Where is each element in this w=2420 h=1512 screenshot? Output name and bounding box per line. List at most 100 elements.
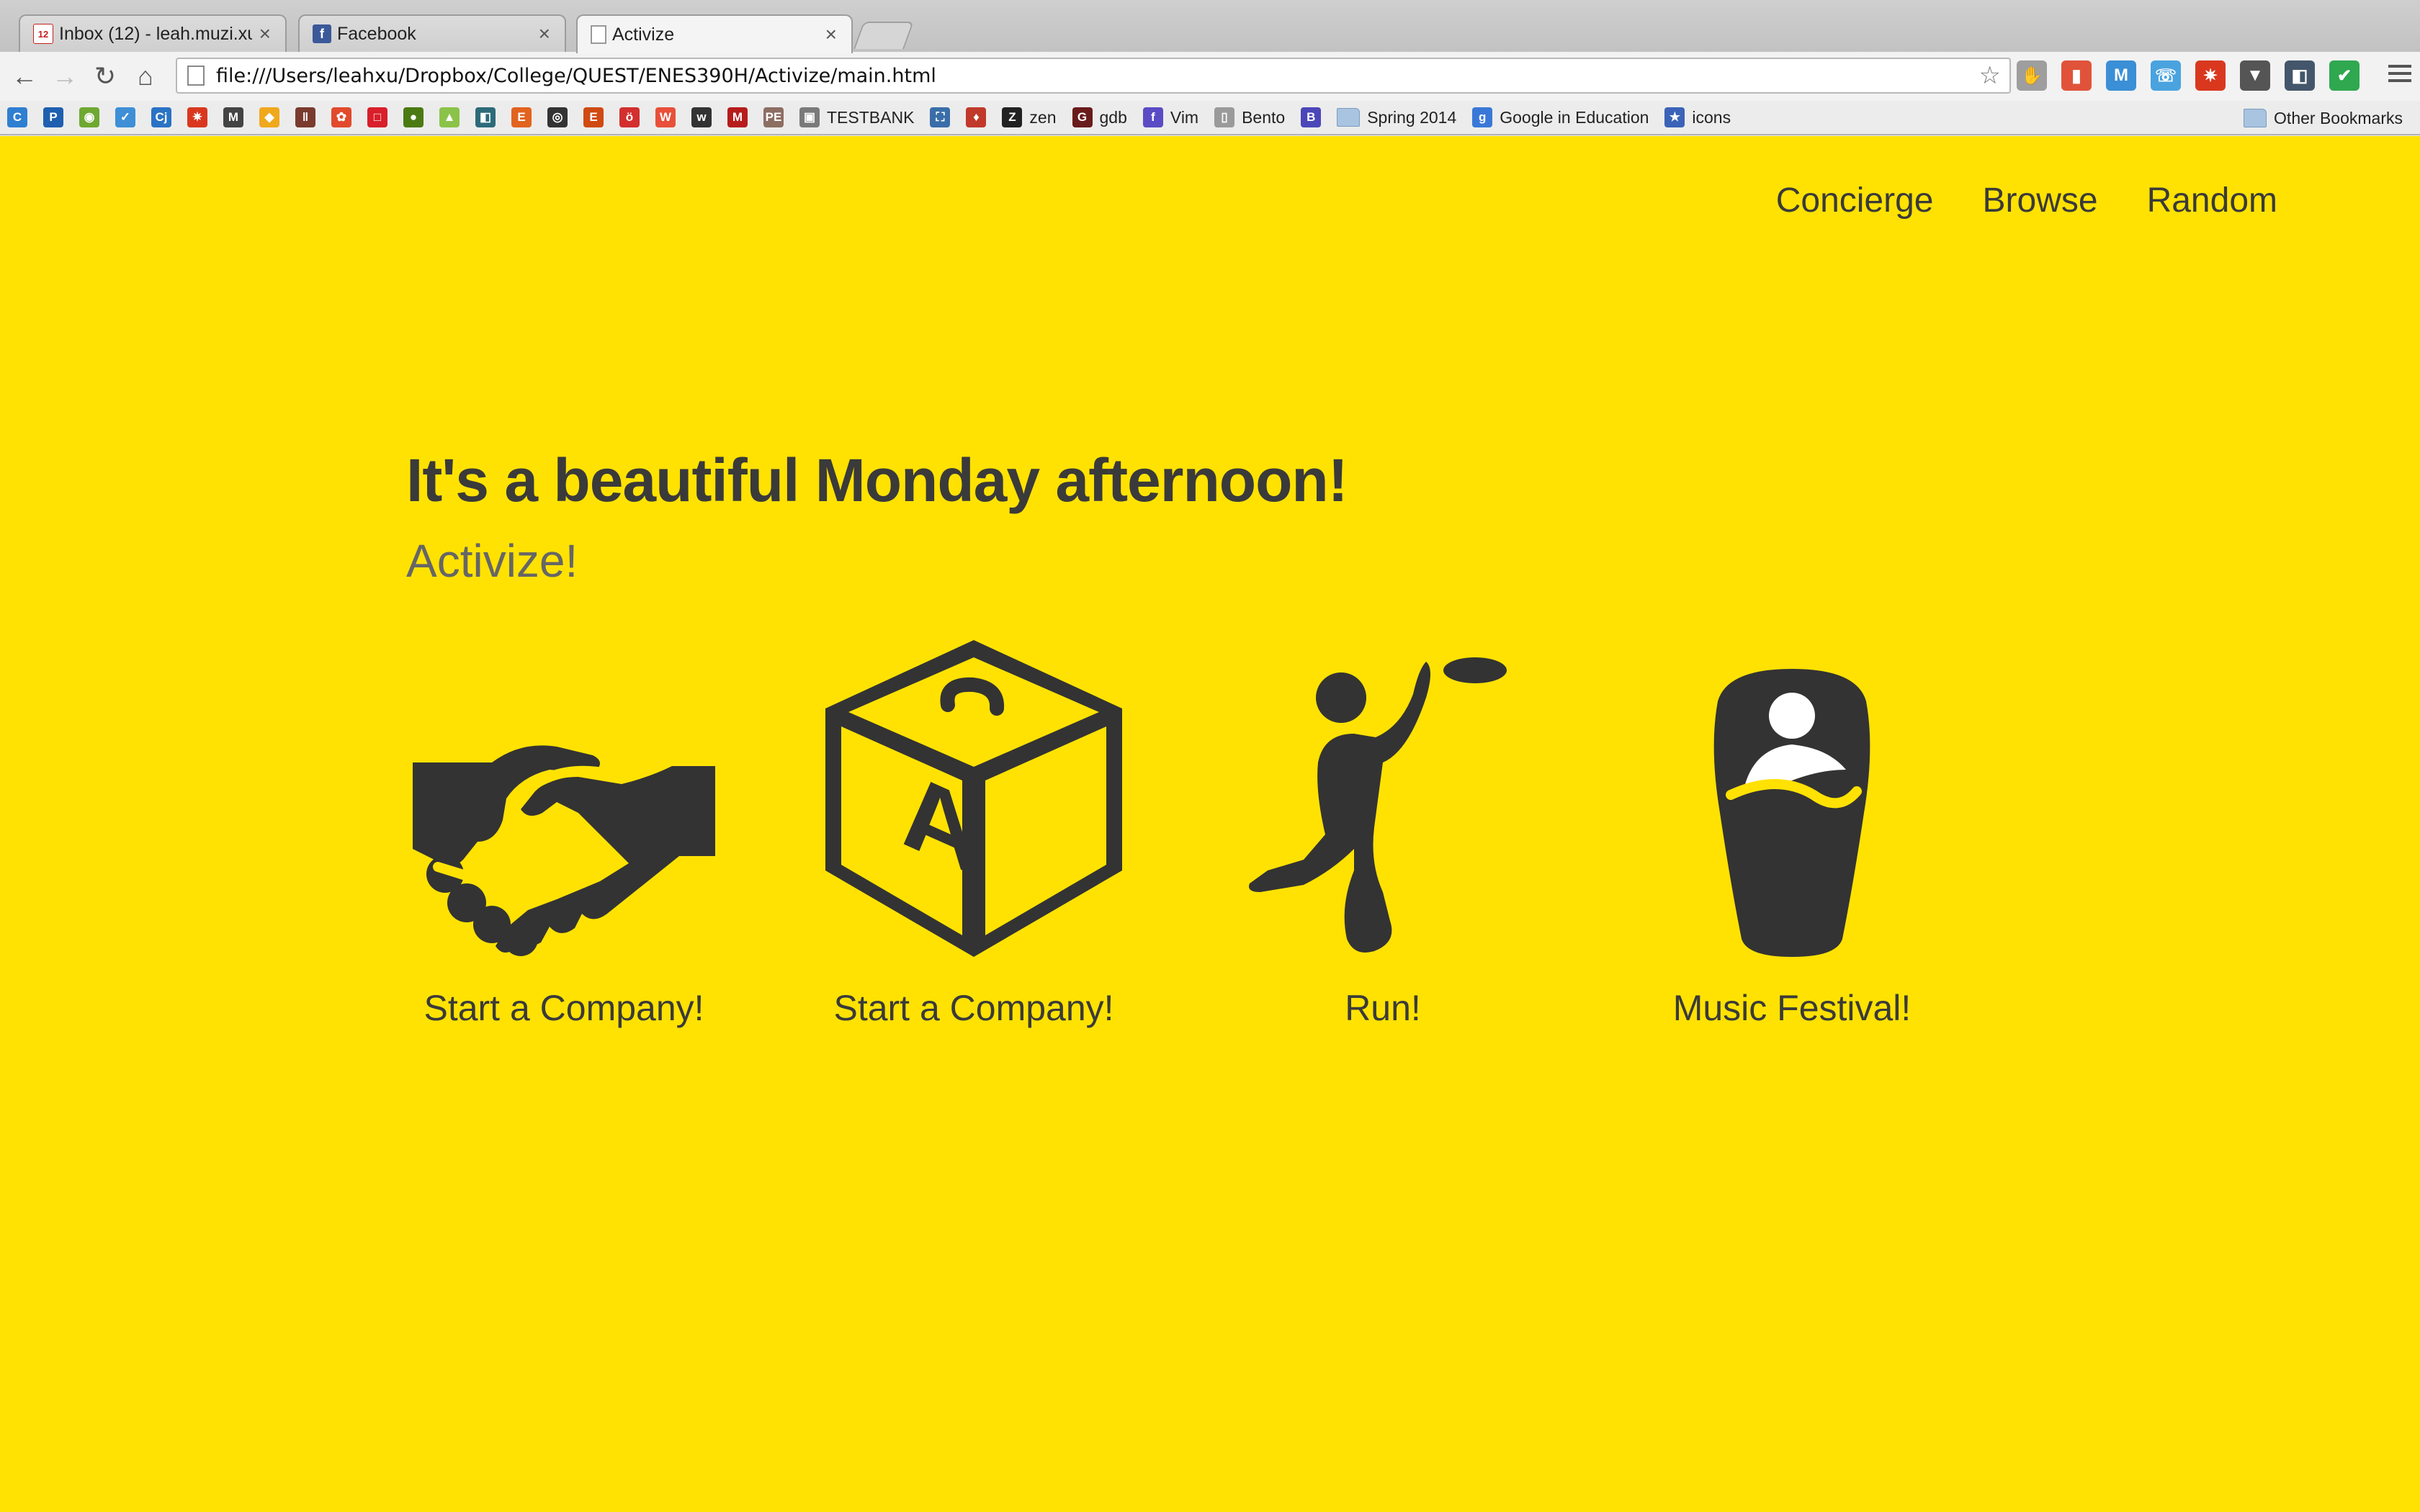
bookmark-item[interactable]: ✿ — [331, 107, 351, 127]
bookmark-item[interactable]: ● — [403, 107, 424, 127]
bookmark-favicon-icon: ✿ — [331, 107, 351, 127]
bookmark-favicon-icon: Z — [1002, 107, 1023, 127]
bookmark-favicon-icon: ✓ — [115, 107, 135, 127]
bookmark-item[interactable]: P — [43, 107, 63, 127]
tab-close-icon[interactable]: × — [539, 22, 550, 45]
handshake-icon — [413, 745, 715, 956]
bookmark-item[interactable]: ✷ — [187, 107, 207, 127]
address-bar[interactable]: file:///Users/leahxu/Dropbox/College/QUE… — [176, 58, 2011, 94]
extension-icon[interactable]: ✋ — [2017, 60, 2047, 91]
bookmark-item[interactable]: w — [691, 107, 712, 127]
bookmark-favicon-icon: G — [1072, 107, 1093, 127]
url-text[interactable]: file:///Users/leahxu/Dropbox/College/QUE… — [216, 65, 1979, 87]
bookmark-item[interactable]: ◉ — [79, 107, 99, 127]
abc-block-icon: A — [825, 640, 1122, 957]
extension-icon[interactable]: ✔ — [2329, 60, 2360, 91]
bookmark-item[interactable]: PE — [763, 107, 784, 127]
bookmark-star-icon[interactable]: ☆ — [1979, 61, 2001, 90]
bookmark-item[interactable]: E — [583, 107, 604, 127]
bookmark-item[interactable]: Zzen — [1002, 107, 1057, 127]
bookmark-item[interactable]: ◧ — [475, 107, 496, 127]
browser-chrome: 12 Inbox (12) - leah.muzi.xu@ × f Facebo… — [0, 0, 2420, 136]
bookmark-favicon-icon: ▲ — [439, 107, 460, 127]
bookmark-item[interactable]: Spring 2014 — [1337, 108, 1456, 127]
bookmark-item[interactable]: g Google in Education — [1472, 107, 1649, 127]
arrow-right-icon: → — [52, 61, 78, 91]
bookmark-favicon-icon: ✷ — [187, 107, 207, 127]
bookmark-label: icons — [1692, 107, 1731, 127]
other-bookmarks[interactable]: Other Bookmarks — [2244, 101, 2403, 135]
activity-card[interactable]: Start a Company! — [398, 640, 730, 1043]
bookmark-item[interactable]: E — [511, 107, 532, 127]
extension-icon[interactable]: M — [2106, 60, 2136, 91]
bookmark-label: zen — [1029, 107, 1057, 127]
reload-button[interactable]: ↻ — [85, 56, 125, 96]
tab-close-icon[interactable]: × — [825, 23, 837, 46]
bookmark-favicon-icon: P — [43, 107, 63, 127]
bookmark-item[interactable]: W — [655, 107, 676, 127]
bookmark-favicon-icon: ◉ — [79, 107, 99, 127]
gmail-unread-badge: 12 — [37, 28, 49, 40]
back-button[interactable]: ← — [4, 56, 45, 96]
tab-gmail[interactable]: 12 Inbox (12) - leah.muzi.xu@ × — [19, 14, 287, 52]
extension-icon[interactable]: ▮ — [2061, 60, 2092, 91]
extension-icon[interactable]: ▼ — [2240, 60, 2270, 91]
bookmark-favicon-icon: ö — [619, 107, 640, 127]
new-tab-button[interactable] — [853, 22, 914, 49]
bookmark-item[interactable]: f Vim — [1142, 107, 1199, 127]
tab-title: Activize — [612, 24, 675, 45]
bookmark-item[interactable]: ▯ Bento — [1214, 107, 1285, 127]
page-icon — [591, 25, 606, 44]
extension-icon[interactable]: ☏ — [2151, 60, 2181, 91]
extension-icon[interactable]: ◧ — [2285, 60, 2315, 91]
bookmark-favicon-icon: ● — [403, 107, 424, 127]
activity-label: Run! — [1345, 988, 1421, 1028]
bookmark-item[interactable]: ★ icons — [1664, 107, 1731, 127]
bookmark-item[interactable]: ‖ — [295, 107, 315, 127]
bookmark-item[interactable]: ▣ TESTBANK — [799, 107, 914, 127]
bookmark-item[interactable]: C — [7, 107, 27, 127]
bookmark-favicon-icon: ▯ — [1214, 107, 1235, 127]
menu-icon[interactable] — [2388, 65, 2411, 82]
bookmark-item[interactable]: ▲ — [439, 107, 460, 127]
bookmark-item[interactable]: M — [727, 107, 748, 127]
bookmark-favicon-icon: PE — [763, 107, 784, 127]
bookmark-favicon-icon: □ — [367, 107, 387, 127]
home-button[interactable]: ⌂ — [125, 56, 166, 96]
bookmark-item[interactable]: ö — [619, 107, 640, 127]
facebook-icon: f — [313, 24, 331, 43]
bookmark-item[interactable]: M — [223, 107, 243, 127]
activity-card[interactable]: A Start a Company! — [808, 640, 1139, 1043]
tab-activize[interactable]: Activize × — [576, 14, 853, 53]
nav-link-random[interactable]: Random — [2147, 181, 2277, 220]
bookmark-favicon-icon: M — [727, 107, 748, 127]
bookmark-label: Vim — [1170, 107, 1199, 127]
nav-link-concierge[interactable]: Concierge — [1776, 181, 1934, 220]
bookmark-favicon-icon: ♦ — [966, 107, 987, 127]
bookmark-list: C P ◉ ✓ Cj ✷ M ◆ ‖ ✿ □ ● ▲ ◧ E ◎ Eö Ww M PE ▣ TESTBANK ⛶ ♦ Zzen G… — [7, 107, 1747, 127]
bookmark-item[interactable]: ◎ — [547, 107, 568, 127]
tab-close-icon[interactable]: × — [259, 22, 271, 45]
bookmark-item[interactable]: B — [1301, 107, 1322, 127]
sleeping-bag-icon — [1713, 669, 1870, 957]
bookmark-item[interactable]: ✓ — [115, 107, 135, 127]
nav-link-browse[interactable]: Browse — [1983, 181, 2098, 220]
activity-card[interactable]: Run! — [1217, 640, 1549, 1043]
bookmark-item[interactable]: Cj — [151, 107, 171, 127]
extension-icon[interactable]: ✷ — [2195, 60, 2226, 91]
tab-title: Facebook — [337, 23, 416, 44]
gmail-icon: 12 — [33, 24, 53, 44]
bookmark-item[interactable]: Ggdb — [1072, 107, 1127, 127]
bookmark-item[interactable]: ♦ — [966, 107, 987, 127]
bookmark-favicon-icon: ▣ — [799, 107, 820, 127]
bookmark-item[interactable]: ⛶ — [930, 107, 951, 127]
bookmark-favicon-icon: E — [583, 107, 604, 127]
tab-facebook[interactable]: f Facebook × — [298, 14, 566, 52]
bookmark-favicon-icon: f — [1142, 107, 1163, 127]
bookmark-item[interactable]: □ — [367, 107, 387, 127]
activity-card[interactable]: Music Festival! — [1626, 640, 1958, 1043]
bookmark-item[interactable]: ◆ — [259, 107, 279, 127]
bookmark-favicon-icon: ★ — [1664, 107, 1685, 127]
forward-button[interactable]: → — [45, 56, 85, 96]
bookmarks-bar: C P ◉ ✓ Cj ✷ M ◆ ‖ ✿ □ ● ▲ ◧ E ◎ Eö Ww M PE ▣ TESTBANK ⛶ ♦ Zzen G… — [0, 101, 2420, 135]
